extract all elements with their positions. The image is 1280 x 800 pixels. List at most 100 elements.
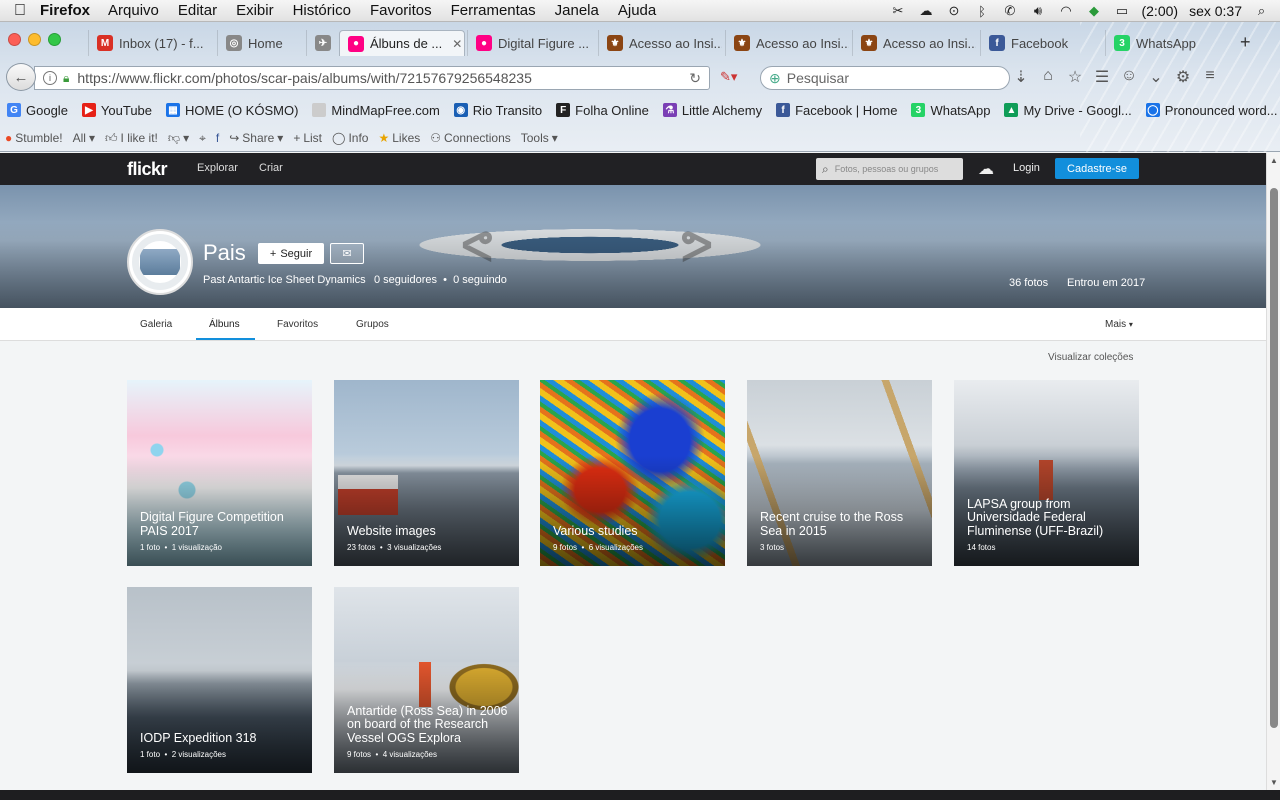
- bookmark-star-icon[interactable]: ☆: [1066, 67, 1084, 87]
- close-tab-icon[interactable]: ✕: [452, 37, 462, 51]
- message-button[interactable]: ✉: [330, 243, 364, 264]
- search-bar[interactable]: ⊕ Pesquisar: [760, 66, 1010, 90]
- clock[interactable]: sex 0:37: [1189, 3, 1242, 19]
- upload-cloud-icon[interactable]: ☁: [978, 159, 994, 179]
- bookmark-item[interactable]: F Folha Online: [549, 103, 656, 118]
- menu-editar[interactable]: Editar: [178, 2, 217, 19]
- browser-tab[interactable]: ● Álbuns de ... ✕: [339, 30, 465, 56]
- followers-count[interactable]: 0 seguidores: [374, 274, 437, 286]
- dislike-button[interactable]: 👎︎ ▾: [163, 131, 194, 146]
- following-count[interactable]: 0 seguindo: [453, 274, 507, 286]
- tab-albuns[interactable]: Álbuns: [209, 319, 240, 330]
- menu-exibir[interactable]: Exibir: [236, 2, 274, 19]
- follow-button[interactable]: + Seguir: [258, 243, 324, 264]
- nav-criar[interactable]: Criar: [259, 162, 283, 174]
- album-card[interactable]: Antartide (Ross Sea) in 2006 on board of…: [334, 587, 519, 773]
- browser-tab[interactable]: ⚜ Acesso ao Insi...: [852, 30, 976, 56]
- phone-icon[interactable]: ✆: [1001, 3, 1018, 18]
- tools-dropdown[interactable]: Tools ▾: [516, 131, 563, 145]
- browser-tab[interactable]: ⚜ Acesso ao Insi...: [598, 30, 722, 56]
- zoom-window-button[interactable]: [48, 33, 61, 46]
- tab-favoritos[interactable]: Favoritos: [277, 319, 318, 330]
- volume-icon[interactable]: 🔊︎: [1029, 3, 1046, 18]
- bookmark-item[interactable]: G Google: [0, 103, 75, 118]
- url-bar[interactable]: i 🔒︎ https://www.flickr.com/photos/scar-…: [34, 66, 710, 90]
- extension-badge-icon[interactable]: ⚙: [1174, 67, 1192, 87]
- bookmark-item[interactable]: ▦ HOME (O KÓSMO): [159, 103, 305, 118]
- bookmark-item[interactable]: MindMapFree.com: [305, 103, 446, 118]
- avatar[interactable]: [127, 229, 193, 295]
- extension-status-icon[interactable]: ✂: [889, 3, 906, 18]
- brazil-flag-icon[interactable]: ◆: [1085, 3, 1102, 18]
- cloud-status-icon[interactable]: ☁: [917, 3, 934, 18]
- album-card[interactable]: Recent cruise to the Ross Sea in 2015 3 …: [747, 380, 932, 566]
- album-card[interactable]: Digital Figure Competition PAIS 2017 1 f…: [127, 380, 312, 566]
- share-button[interactable]: ↪ Share ▾: [224, 131, 288, 145]
- album-card[interactable]: IODP Expedition 318 1 foto • 2 visualiza…: [127, 587, 312, 773]
- bluetooth-icon[interactable]: ᛒ: [973, 4, 990, 19]
- bookmark-item[interactable]: 3 WhatsApp: [904, 103, 997, 118]
- album-card[interactable]: LAPSA group from Universidade Federal Fl…: [954, 380, 1139, 566]
- page-scrollbar[interactable]: ▲ ▼: [1266, 153, 1280, 790]
- scroll-up-icon[interactable]: ▲: [1270, 156, 1278, 165]
- view-collections-link[interactable]: Visualizar coleções: [1048, 352, 1133, 363]
- back-button[interactable]: ←: [6, 63, 36, 91]
- app-menu[interactable]: Firefox: [40, 2, 90, 19]
- tab-grupos[interactable]: Grupos: [356, 319, 389, 330]
- reload-icon[interactable]: ↻: [689, 70, 701, 87]
- tab-galeria[interactable]: Galeria: [140, 319, 172, 330]
- menu-ajuda[interactable]: Ajuda: [618, 2, 656, 19]
- browser-tab[interactable]: 3 WhatsApp: [1105, 30, 1240, 56]
- browser-tab[interactable]: ⚜ Acesso ao Insi...: [725, 30, 849, 56]
- close-window-button[interactable]: [8, 33, 21, 46]
- scrollbar-thumb[interactable]: [1270, 188, 1278, 728]
- wifi-icon[interactable]: ◠: [1057, 3, 1074, 18]
- connections-button[interactable]: ⚇ Connections: [425, 131, 515, 145]
- new-tab-button[interactable]: +: [1240, 32, 1251, 53]
- spotlight-icon[interactable]: ⌕: [1253, 3, 1270, 18]
- home-icon[interactable]: ⌂: [1039, 67, 1057, 87]
- likes-button[interactable]: ★ Likes: [373, 131, 425, 145]
- bookmark-item[interactable]: ▲ My Drive - Googl...: [997, 103, 1138, 118]
- tag-button[interactable]: ⌖: [194, 131, 211, 146]
- site-info-icon[interactable]: i: [43, 71, 57, 85]
- emoji-addon-icon[interactable]: ☺: [1120, 67, 1138, 87]
- bookmark-item[interactable]: f Facebook | Home: [769, 103, 904, 118]
- apple-menu-icon[interactable]: : [0, 2, 40, 20]
- browser-tab[interactable]: f Facebook: [980, 30, 1102, 56]
- menu-historico[interactable]: Histórico: [293, 2, 351, 19]
- timemachine-icon[interactable]: ⊙: [945, 3, 962, 18]
- stumble-all-dropdown[interactable]: All ▾: [68, 131, 100, 145]
- browser-tab[interactable]: ◎ Home: [217, 30, 302, 56]
- login-link[interactable]: Login: [1013, 162, 1040, 174]
- battery-icon[interactable]: ▭: [1113, 3, 1130, 18]
- menu-janela[interactable]: Janela: [555, 2, 599, 19]
- browser-tab[interactable]: ● Digital Figure ...: [467, 30, 594, 56]
- bookmark-item[interactable]: ◉ Rio Transito: [447, 103, 549, 118]
- browser-tab[interactable]: M Inbox (17) - f...: [88, 30, 213, 56]
- facebook-share-button[interactable]: f: [211, 131, 224, 145]
- album-card[interactable]: Various studies 9 fotos • 6 visualizaçõe…: [540, 380, 725, 566]
- reading-list-icon[interactable]: ☰: [1093, 67, 1111, 87]
- url-text[interactable]: https://www.flickr.com/photos/scar-pais/…: [77, 70, 531, 86]
- bookmark-item[interactable]: ▶ YouTube: [75, 103, 159, 118]
- nav-explorar[interactable]: Explorar: [197, 162, 238, 174]
- info-button[interactable]: ◯ Info: [327, 131, 373, 145]
- download-icon[interactable]: ⇣: [1012, 67, 1030, 87]
- bookmark-item[interactable]: ◯ Pronounced word...: [1139, 103, 1280, 118]
- album-card[interactable]: Website images 23 fotos • 3 visualizaçõe…: [334, 380, 519, 566]
- flickr-logo[interactable]: flickr: [127, 159, 168, 180]
- hamburger-menu-icon[interactable]: ≡: [1201, 67, 1219, 87]
- addon-icon[interactable]: ✎▾: [720, 69, 737, 85]
- minimize-window-button[interactable]: [28, 33, 41, 46]
- browser-tab[interactable]: ✈: [306, 30, 336, 56]
- stumble-button[interactable]: ● Stumble!: [0, 131, 68, 145]
- more-dropdown[interactable]: Mais ▾: [1105, 319, 1133, 330]
- pocket-icon[interactable]: ⌄: [1147, 67, 1165, 87]
- bookmark-item[interactable]: ⚗ Little Alchemy: [656, 103, 769, 118]
- scroll-down-icon[interactable]: ▼: [1270, 778, 1278, 787]
- list-button[interactable]: + List: [288, 131, 327, 145]
- menu-ferramentas[interactable]: Ferramentas: [451, 2, 536, 19]
- signup-button[interactable]: Cadastre-se: [1055, 158, 1139, 179]
- battery-time[interactable]: (2:00): [1141, 3, 1178, 19]
